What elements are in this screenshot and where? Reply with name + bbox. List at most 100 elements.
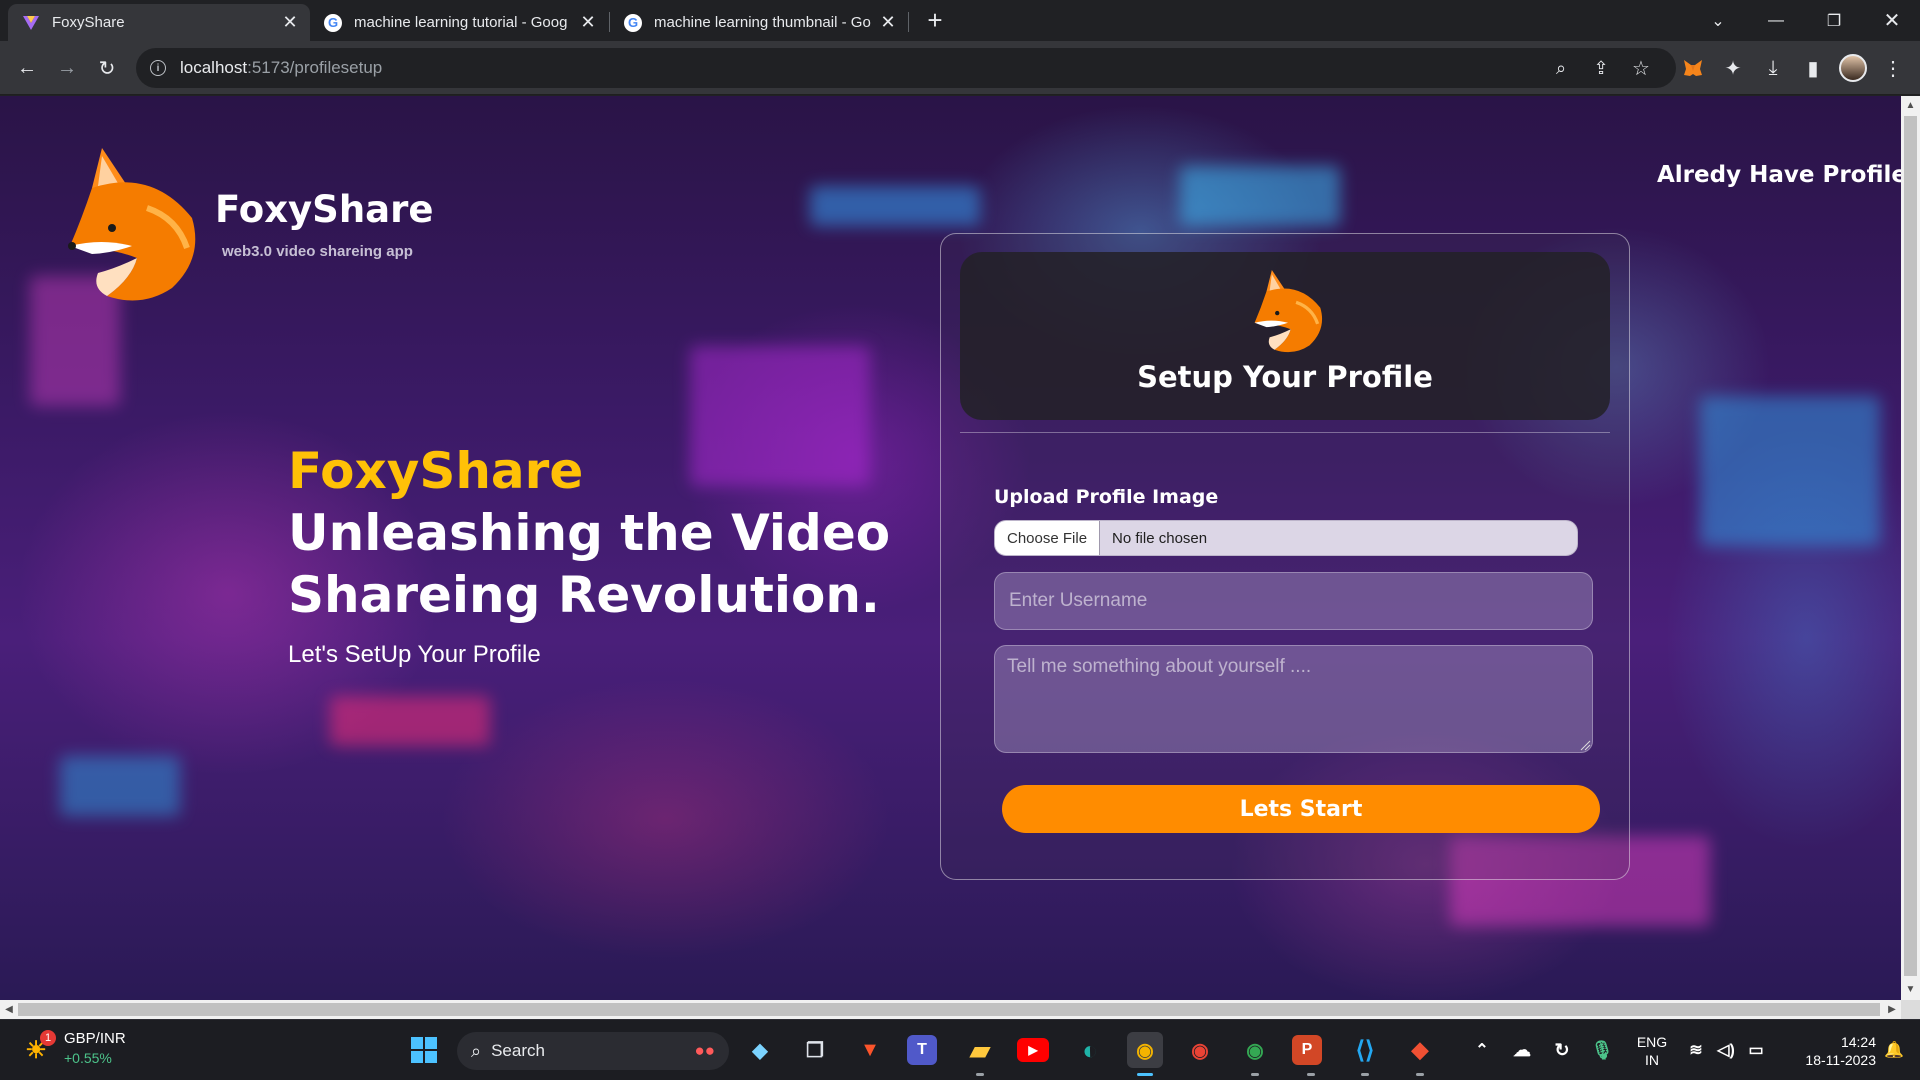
vscode-icon[interactable]: ⟨⟩ bbox=[1347, 1032, 1383, 1068]
clock-date: 18-11-2023 bbox=[1805, 1052, 1876, 1068]
browser-tab-strip: FoxyShare ✕ G machine learning tutorial … bbox=[0, 0, 1920, 41]
horizontal-scroll-thumb[interactable] bbox=[18, 1003, 1880, 1016]
scroll-up-arrow-icon[interactable]: ▲ bbox=[1901, 98, 1920, 114]
tab-foxyshare[interactable]: FoxyShare ✕ bbox=[8, 4, 310, 41]
hero-heading-line-2: Shareing Revolution. bbox=[288, 566, 880, 624]
browser-menu-icon[interactable]: ⋮ bbox=[1878, 53, 1908, 83]
tab-ml-thumbnail[interactable]: G machine learning thumbnail - Go ✕ bbox=[610, 4, 908, 41]
zoom-icon[interactable]: ⌕ bbox=[1546, 53, 1576, 83]
upload-profile-image-label: Upload Profile Image bbox=[994, 486, 1219, 508]
active-indicator bbox=[1137, 1073, 1153, 1076]
language-indicator[interactable]: ENG IN bbox=[1634, 1033, 1670, 1069]
language-code: ENG bbox=[1636, 1034, 1668, 1050]
taskbar-search[interactable]: ⌕ Search ●● bbox=[457, 1032, 729, 1070]
fox-logo-icon bbox=[1254, 270, 1323, 353]
ticker-change: +0.55% bbox=[64, 1050, 112, 1066]
running-indicator bbox=[1361, 1073, 1369, 1076]
browser-toolbar: ← → ↻ i localhost:5173/profilesetup ⌕ ⇪ … bbox=[0, 41, 1920, 95]
profile-image-file-input[interactable]: Choose File No file chosen bbox=[994, 520, 1578, 556]
resize-grip-icon[interactable] bbox=[1579, 739, 1591, 751]
git-app-icon[interactable]: ◆ bbox=[1402, 1032, 1438, 1068]
brand-name: FoxyShare bbox=[215, 188, 434, 231]
region-code: IN bbox=[1645, 1052, 1659, 1068]
running-indicator bbox=[1251, 1073, 1259, 1076]
share-icon[interactable]: ⇪ bbox=[1586, 53, 1616, 83]
close-tab-icon[interactable]: ✕ bbox=[578, 12, 598, 33]
tab-ml-tutorial[interactable]: G machine learning tutorial - Goog ✕ bbox=[310, 4, 608, 41]
hero-brand: FoxyShare bbox=[288, 442, 584, 500]
teams-icon[interactable]: T bbox=[907, 1035, 937, 1065]
microphone-icon[interactable]: 🎙 bbox=[1584, 1032, 1620, 1068]
close-tab-icon[interactable]: ✕ bbox=[280, 12, 300, 33]
file-explorer-icon[interactable]: ▰ bbox=[962, 1032, 998, 1068]
powerpoint-icon[interactable]: P bbox=[1292, 1035, 1322, 1065]
url-path: :5173/profilesetup bbox=[247, 58, 383, 77]
profile-avatar[interactable] bbox=[1838, 53, 1868, 83]
horizontal-scrollbar[interactable]: ◀ ▶ bbox=[0, 1000, 1901, 1019]
hero-subtitle: Let's SetUp Your Profile bbox=[288, 641, 541, 668]
scroll-down-arrow-icon[interactable]: ▼ bbox=[1901, 982, 1920, 998]
background-neon-shape bbox=[1180, 166, 1340, 226]
extensions-puzzle-icon[interactable]: ✦ bbox=[1718, 53, 1748, 83]
card-divider bbox=[960, 432, 1610, 433]
metamask-extension-icon[interactable] bbox=[1678, 53, 1708, 83]
hero-heading-line-1: Unleashing the Video bbox=[288, 504, 891, 562]
restore-button[interactable]: ❐ bbox=[1806, 0, 1862, 41]
forward-arrow-icon[interactable]: → bbox=[52, 53, 82, 83]
battery-icon[interactable]: ▭ bbox=[1738, 1032, 1774, 1068]
download-icon[interactable]: ⤓ bbox=[1758, 53, 1788, 83]
onedrive-icon[interactable]: ☁ bbox=[1504, 1032, 1540, 1068]
show-hidden-icons-chevron-icon[interactable]: ⌃ bbox=[1464, 1032, 1500, 1068]
choose-file-button[interactable]: Choose File bbox=[995, 521, 1101, 555]
notification-bell-icon[interactable]: 🔔 bbox=[1876, 1032, 1912, 1068]
background-neon-shape bbox=[810, 186, 980, 226]
new-tab-button[interactable]: + bbox=[922, 7, 948, 34]
username-input[interactable] bbox=[994, 572, 1593, 630]
background-neon-shape bbox=[60, 756, 180, 816]
bookmark-star-icon[interactable]: ☆ bbox=[1626, 53, 1656, 83]
scroll-right-arrow-icon[interactable]: ▶ bbox=[1884, 1000, 1900, 1019]
chrome-secondary-icon[interactable]: ◉ bbox=[1237, 1032, 1273, 1068]
background-neon-shape bbox=[690, 346, 870, 486]
tab-search-icon[interactable]: ⌄ bbox=[1690, 0, 1746, 41]
google-favicon-icon: G bbox=[324, 13, 342, 32]
stock-ticker-widget[interactable]: GBP/INR +0.55% bbox=[64, 1030, 126, 1066]
clock-time: 14:24 bbox=[1840, 1034, 1876, 1050]
google-favicon-icon: G bbox=[624, 13, 642, 32]
reload-icon[interactable]: ↻ bbox=[92, 53, 122, 83]
notification-badge: 1 bbox=[40, 1030, 56, 1046]
back-arrow-icon[interactable]: ← bbox=[12, 53, 42, 83]
no-file-chosen-text: No file chosen bbox=[1112, 529, 1208, 547]
already-have-profile-link[interactable]: Alredy Have Profile → bbox=[1657, 162, 1901, 188]
youtube-icon[interactable]: ▶ bbox=[1017, 1038, 1049, 1062]
brave-browser-icon[interactable]: ▼ bbox=[852, 1032, 888, 1068]
side-panel-icon[interactable]: ▮ bbox=[1798, 53, 1828, 83]
fox-logo-icon[interactable] bbox=[62, 148, 202, 309]
already-have-profile-label: Alredy Have Profile bbox=[1657, 162, 1901, 188]
search-label: Search bbox=[491, 1041, 545, 1060]
background-neon-shape bbox=[1700, 396, 1880, 546]
card-title: Setup Your Profile bbox=[1137, 360, 1433, 394]
address-bar[interactable]: i localhost:5173/profilesetup bbox=[136, 48, 1676, 88]
sync-icon[interactable]: ↻ bbox=[1544, 1032, 1580, 1068]
minimize-button[interactable]: — bbox=[1748, 0, 1804, 41]
chrome-icon[interactable]: ◉ bbox=[1182, 1032, 1218, 1068]
close-window-button[interactable]: ✕ bbox=[1864, 0, 1920, 41]
site-info-icon[interactable]: i bbox=[150, 60, 166, 76]
edge-browser-icon[interactable]: ◐ bbox=[1072, 1032, 1108, 1068]
vertical-scroll-thumb[interactable] bbox=[1904, 116, 1917, 976]
windows-taskbar: ☀ 1 GBP/INR +0.55% ⌕ Search ●● ◆ ❐ ▼ T ▰… bbox=[0, 1019, 1920, 1080]
clock[interactable]: 14:24 18-11-2023 bbox=[1780, 1033, 1876, 1069]
close-tab-icon[interactable]: ✕ bbox=[878, 12, 898, 33]
vertical-scrollbar[interactable]: ▲ ▼ bbox=[1901, 96, 1920, 1000]
copilot-icon[interactable]: ◆ bbox=[742, 1032, 778, 1068]
scroll-left-arrow-icon[interactable]: ◀ bbox=[1, 1000, 17, 1019]
ticker-name: GBP/INR bbox=[64, 1030, 126, 1047]
chrome-profile-icon[interactable]: ◉ bbox=[1127, 1032, 1163, 1068]
task-view-icon[interactable]: ❐ bbox=[797, 1032, 833, 1068]
lets-start-button[interactable]: Lets Start bbox=[1002, 785, 1600, 833]
windows-start-icon[interactable] bbox=[406, 1032, 442, 1068]
about-textarea[interactable] bbox=[994, 645, 1593, 753]
tab-separator bbox=[908, 12, 909, 32]
running-indicator bbox=[976, 1073, 984, 1076]
